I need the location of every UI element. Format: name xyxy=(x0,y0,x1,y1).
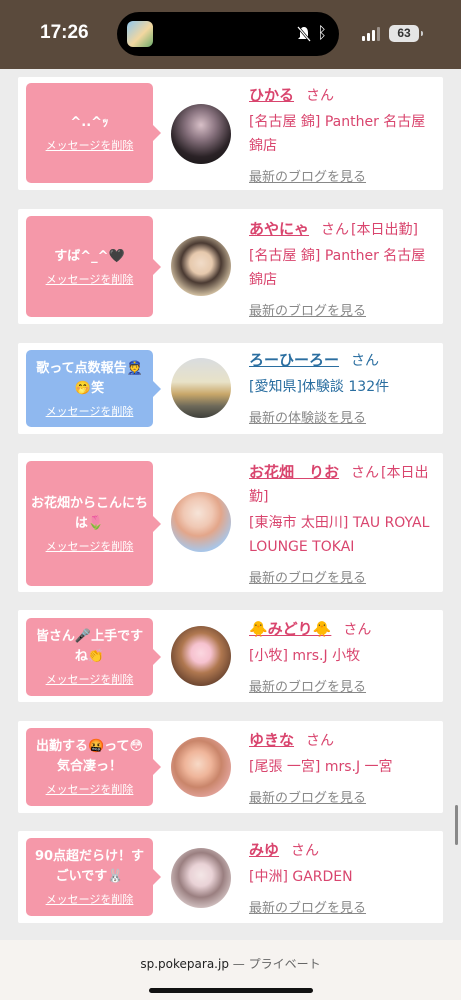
honorific: さん xyxy=(306,88,335,104)
list-item: 皆さん🎤上手ですね👏 メッセージを削除 🐥みどり🐥 さん [小牧] mrs.J 小… xyxy=(18,610,443,702)
cast-name-link[interactable]: 🐥みどり🐥 xyxy=(249,620,331,638)
cast-info: 🐥みどり🐥 さん [小牧] mrs.J 小牧 最新のブログを見る xyxy=(249,617,439,695)
delete-message-link[interactable]: メッセージを削除 xyxy=(46,137,134,153)
list-item: 90点超だらけ！すごいです🐰 メッセージを削除 みゆ さん [中洲] GARDEN… xyxy=(18,831,443,923)
delete-message-link[interactable]: メッセージを削除 xyxy=(46,403,134,419)
message-text: ^..^ｯ xyxy=(70,115,109,130)
list-item: お花畑からこんにちは🌷 メッセージを削除 お花畑 りお さん [本日出勤] [東海市… xyxy=(18,453,443,592)
list-item: ^..^ｯ メッセージを削除 ひかる さん [名古屋 錦] Panther 名古屋… xyxy=(18,77,443,190)
cast-info: ゆきな さん [尾張 一宮] mrs.J 一宮 最新のブログを見る xyxy=(249,728,439,806)
shop-link[interactable]: [名古屋 錦] Panther 名古屋錦店 xyxy=(249,110,439,158)
latest-review-link[interactable]: 最新の体験談を見る xyxy=(249,407,439,426)
list-item: 歌って点数報告👮🤭笑 メッセージを削除 ろーひーろー さん [愛知県]体験談 13… xyxy=(18,343,443,434)
experience-count-link[interactable]: [愛知県]体験談 132件 xyxy=(249,375,439,399)
honorific: さん xyxy=(306,733,335,749)
shop-link[interactable]: [尾張 一宮] mrs.J 一宮 xyxy=(249,755,439,779)
latest-blog-link[interactable]: 最新のブログを見る xyxy=(249,897,439,916)
list-item: 出勤する🤬って😳気合凄っ！ メッセージを削除 ゆきな さん [尾張 一宮] mrs… xyxy=(18,721,443,813)
shop-link[interactable]: [小牧] mrs.J 小牧 xyxy=(249,644,439,668)
message-text: 90点超だらけ！すごいです🐰 xyxy=(34,849,145,884)
avatar[interactable] xyxy=(171,236,231,296)
cast-name-link[interactable]: ゆきな xyxy=(249,731,294,749)
message-text: すば^_^🖤 xyxy=(54,248,125,264)
message-bubble: 歌って点数報告👮🤭笑 メッセージを削除 xyxy=(26,350,161,427)
message-bubble: 出勤する🤬って😳気合凄っ！ メッセージを削除 xyxy=(26,728,161,806)
honorific: さん xyxy=(321,222,350,238)
cast-name-link[interactable]: ひかる xyxy=(249,86,294,104)
honorific: さん xyxy=(291,843,320,859)
message-text: お花畑からこんにちは🌷 xyxy=(30,495,148,531)
cast-info: ろーひーろー さん [愛知県]体験談 132件 最新の体験談を見る xyxy=(249,348,439,426)
shop-link[interactable]: [名古屋 錦] Panther 名古屋錦店 xyxy=(249,244,439,292)
private-mode-label: プライベート xyxy=(248,957,321,971)
message-text: 出勤する🤬って😳気合凄っ！ xyxy=(35,739,144,774)
battery-icon: 63 xyxy=(389,25,423,42)
message-bubble: すば^_^🖤 メッセージを削除 xyxy=(26,216,161,317)
shop-link[interactable]: [東海市 太田川] TAU ROYAL LOUNGE TOKAI xyxy=(249,511,439,559)
message-bubble: 皆さん🎤上手ですね👏 メッセージを削除 xyxy=(26,618,161,696)
app-thumbnail-icon xyxy=(127,21,153,47)
avatar[interactable] xyxy=(171,848,231,908)
honorific: さん xyxy=(351,353,380,369)
address-bar[interactable]: sp.pokepara.jp — プライベート xyxy=(0,955,461,972)
cast-name-link[interactable]: ろーひーろー xyxy=(249,351,339,369)
cast-name-link[interactable]: お花畑 りお xyxy=(249,463,339,481)
cast-info: あやにゃ さん [本日出勤] [名古屋 錦] Panther 名古屋錦店 最新のブロ… xyxy=(249,217,439,319)
bluetooth-icon: ᛒ xyxy=(317,23,327,42)
avatar[interactable] xyxy=(171,358,231,418)
shop-link[interactable]: [中洲] GARDEN xyxy=(249,865,439,889)
honorific: さん xyxy=(343,622,372,638)
message-bubble: ^..^ｯ メッセージを削除 xyxy=(26,83,161,183)
message-text: 皆さん🎤上手ですね👏 xyxy=(35,629,144,664)
message-bubble: お花畑からこんにちは🌷 メッセージを削除 xyxy=(26,461,161,586)
latest-blog-link[interactable]: 最新のブログを見る xyxy=(249,300,439,319)
signal-icon xyxy=(362,27,382,41)
delete-message-link[interactable]: メッセージを削除 xyxy=(46,271,134,287)
delete-message-link[interactable]: メッセージを削除 xyxy=(46,538,134,554)
scroll-indicator[interactable] xyxy=(455,805,458,845)
avatar[interactable] xyxy=(171,737,231,797)
status-bar: 17:26 ᛒ 63 xyxy=(0,0,461,69)
status-time: 17:26 xyxy=(40,22,89,43)
cast-info: ひかる さん [名古屋 錦] Panther 名古屋錦店 最新のブログを見る xyxy=(249,83,439,185)
status-tag: [本日出勤] xyxy=(351,222,418,238)
latest-blog-link[interactable]: 最新のブログを見る xyxy=(249,567,439,586)
list-item: すば^_^🖤 メッセージを削除 あやにゃ さん [本日出勤] [名古屋 錦] Pan… xyxy=(18,209,443,324)
message-text: 歌って点数報告👮🤭笑 xyxy=(36,360,143,396)
home-indicator[interactable] xyxy=(149,988,313,993)
url-separator: — xyxy=(232,957,245,971)
browser-bottom-bar: sp.pokepara.jp — プライベート xyxy=(0,940,461,1000)
mute-bell-icon xyxy=(297,26,311,42)
avatar[interactable] xyxy=(171,104,231,164)
url-text: sp.pokepara.jp xyxy=(140,957,229,971)
delete-message-link[interactable]: メッセージを削除 xyxy=(46,891,134,907)
latest-blog-link[interactable]: 最新のブログを見る xyxy=(249,787,439,806)
cast-name-link[interactable]: みゆ xyxy=(249,841,279,859)
avatar[interactable] xyxy=(171,492,231,552)
cast-name-link[interactable]: あやにゃ xyxy=(249,220,309,238)
delete-message-link[interactable]: メッセージを削除 xyxy=(46,781,134,797)
honorific: さん xyxy=(351,465,380,481)
cast-info: みゆ さん [中洲] GARDEN 最新のブログを見る xyxy=(249,838,439,916)
delete-message-link[interactable]: メッセージを削除 xyxy=(46,671,134,687)
dynamic-island: ᛒ xyxy=(117,12,339,56)
latest-blog-link[interactable]: 最新のブログを見る xyxy=(249,166,439,185)
latest-blog-link[interactable]: 最新のブログを見る xyxy=(249,676,439,695)
cast-info: お花畑 りお さん [本日出勤] [東海市 太田川] TAU ROYAL LOUNG… xyxy=(249,460,439,586)
message-bubble: 90点超だらけ！すごいです🐰 メッセージを削除 xyxy=(26,838,161,916)
avatar[interactable] xyxy=(171,626,231,686)
